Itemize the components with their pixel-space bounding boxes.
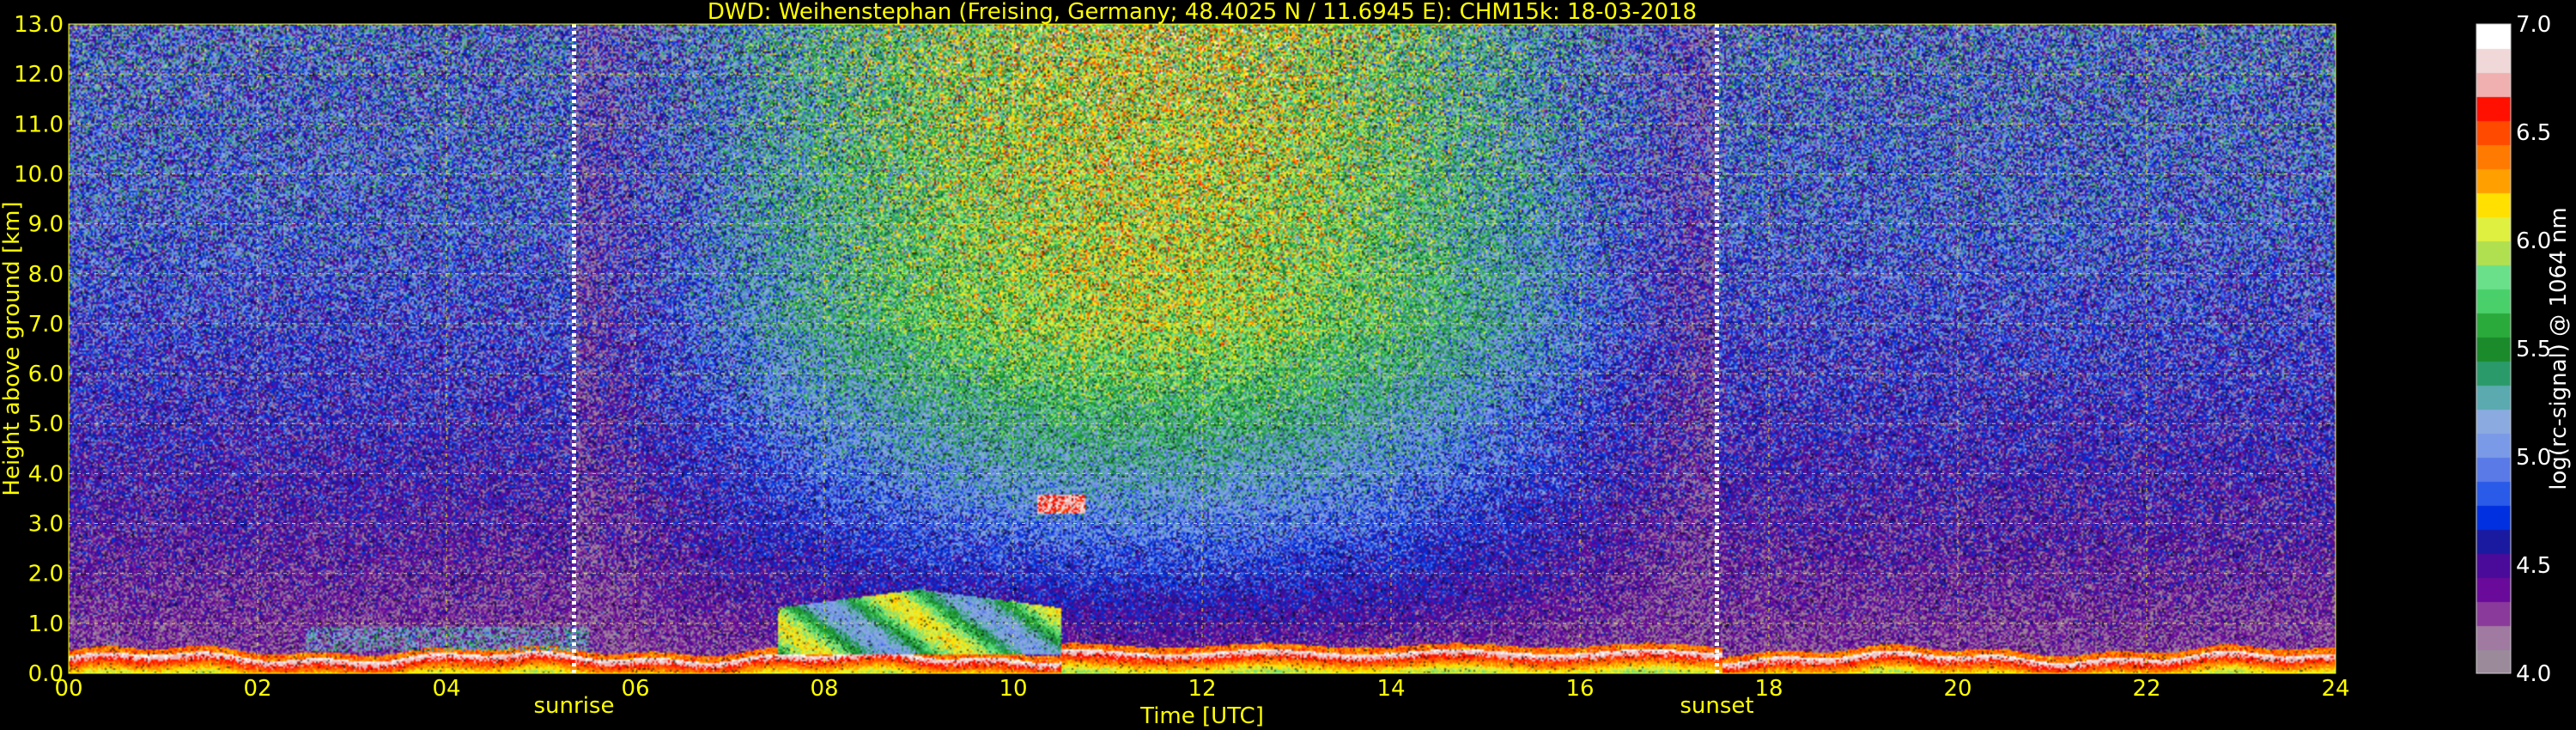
x-tick-label: 06	[621, 676, 649, 702]
x-tick-label: 24	[2321, 676, 2349, 702]
sun-marker-label: sunset	[1680, 693, 1753, 719]
x-tick-label: 08	[810, 676, 838, 702]
ceilometer-figure: DWD: Weihenstephan (Freising, Germany; 4…	[0, 0, 2576, 730]
x-tick-labels: 00 02 04 06 08 10 12 14 16 18 20 22 24	[54, 676, 2349, 702]
x-tick-label: 20	[1943, 676, 1971, 702]
x-tick-label: 10	[999, 676, 1027, 702]
y-tick-label: 2.0	[28, 562, 64, 587]
y-tick-label: 1.0	[28, 611, 64, 637]
colorbar-tick-label: 4.5	[2516, 553, 2551, 579]
chart-title: DWD: Weihenstephan (Freising, Germany; 4…	[708, 0, 1697, 25]
y-tick-label: 9.0	[28, 212, 64, 238]
colorbar-tick-label: 6.5	[2516, 120, 2551, 146]
x-tick-label: 02	[243, 676, 271, 702]
y-tick-label: 5.0	[28, 411, 64, 437]
colorbar-frame	[2476, 23, 2512, 674]
x-tick-label: 12	[1188, 676, 1216, 702]
x-axis-label: Time [UTC]	[1139, 703, 1264, 729]
y-tick-label: 8.0	[28, 262, 64, 288]
y-tick-label: 11.0	[14, 112, 64, 137]
colorbar-label: log(rc-signal) @ 1064 nm	[2546, 207, 2572, 490]
x-tick-label: 00	[54, 676, 82, 702]
y-tick-label: 4.0	[28, 461, 64, 487]
y-tick-label: 10.0	[14, 161, 64, 187]
x-tick-label: 04	[432, 676, 460, 702]
y-tick-label: 6.0	[28, 362, 64, 387]
y-axis-label: Height above ground [km]	[0, 201, 25, 496]
colorbar-tick-label: 4.0	[2516, 661, 2551, 687]
y-tick-label: 12.0	[14, 62, 64, 88]
colorbar-tick-label: 7.0	[2516, 12, 2551, 38]
sun-markers: sunrise sunset	[534, 24, 1754, 719]
sun-marker-label: sunrise	[534, 693, 615, 719]
x-tick-label: 14	[1376, 676, 1405, 702]
x-tick-label: 18	[1754, 676, 1783, 702]
x-tick-label: 16	[1565, 676, 1594, 702]
y-tick-label: 13.0	[14, 12, 64, 38]
y-tick-label: 7.0	[28, 312, 64, 338]
grid-lines	[68, 23, 2336, 674]
x-tick-label: 22	[2132, 676, 2160, 702]
chart-overlay: DWD: Weihenstephan (Freising, Germany; 4…	[0, 0, 2572, 729]
y-tick-label: 3.0	[28, 512, 64, 538]
